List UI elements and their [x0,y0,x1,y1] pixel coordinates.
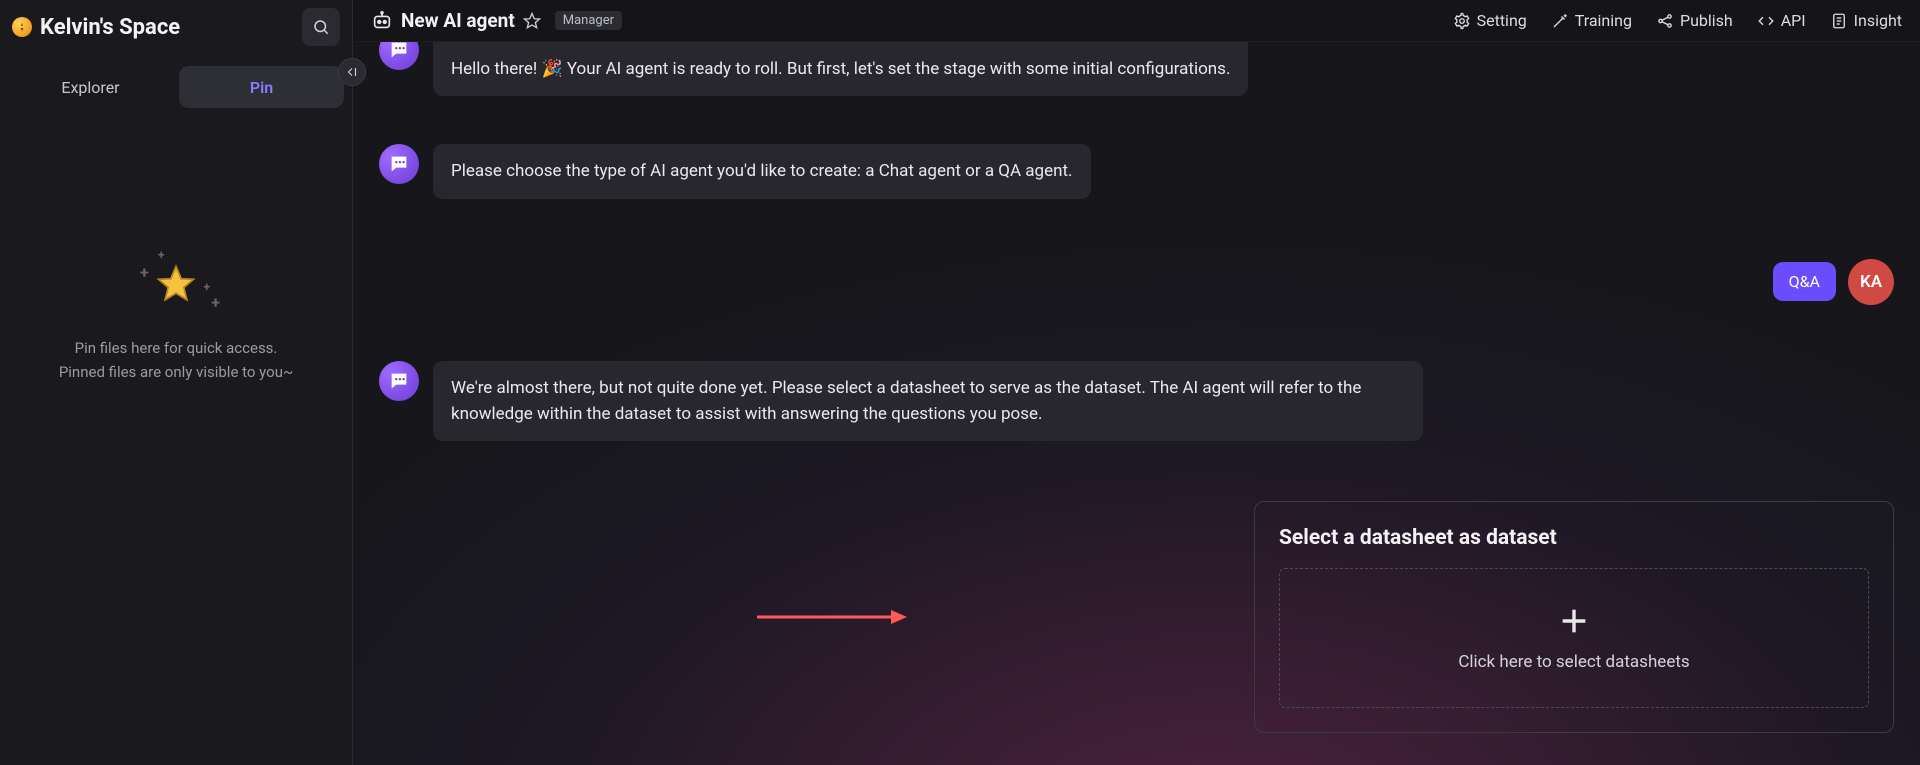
dataset-panel-wrap: Select a datasheet as dataset Click here… [379,501,1894,733]
chat-icon [388,153,410,175]
gear-icon [1453,12,1471,30]
app-root: Kelvin's Space Explorer Pin + + + + Pin … [0,0,1920,765]
page-title: New AI agent [401,9,515,32]
workspace-switcher[interactable]: Kelvin's Space [12,15,180,40]
sidebar-header: Kelvin's Space [0,0,352,54]
title-group: New AI agent Manager [371,9,622,32]
workspace-logo-icon [12,17,32,37]
annotation-arrow-icon [757,605,907,629]
message-text: We're almost there, but not quite done y… [433,361,1423,442]
message-text: Please choose the type of AI agent you'd… [433,144,1091,198]
nav-insight-label: Insight [1854,11,1902,30]
sidebar-empty-state: + + + + Pin files here for quick access.… [0,114,352,765]
message-text: Hello there! 🎉 Your AI agent is ready to… [433,42,1248,96]
star-icon [155,263,197,305]
code-icon [1757,12,1775,30]
select-dataset-panel: Select a datasheet as dataset Click here… [1254,501,1894,733]
pin-empty-illustration: + + + + [136,254,216,314]
tab-explorer[interactable]: Explorer [8,66,173,108]
nav-publish[interactable]: Publish [1656,11,1733,30]
sidebar-tabs: Explorer Pin [4,60,348,114]
panel-title: Select a datasheet as dataset [1279,526,1869,550]
sidebar: Kelvin's Space Explorer Pin + + + + Pin … [0,0,353,765]
chat-icon [388,42,410,61]
nav-api[interactable]: API [1757,11,1806,30]
pin-empty-line2: Pinned files are only visible to you~ [59,360,293,384]
user-avatar: KA [1848,259,1894,305]
star-outline-icon[interactable] [523,12,541,30]
role-badge: Manager [555,11,622,30]
nav-setting-label: Setting [1477,11,1527,30]
bot-avatar [379,144,419,184]
message-user-1: Q&A KA [379,259,1894,305]
bot-avatar [379,42,419,70]
nav-publish-label: Publish [1680,11,1733,30]
select-datasheet-dropzone[interactable]: Click here to select datasheets [1279,568,1869,708]
dropzone-label: Click here to select datasheets [1458,652,1689,672]
conversation: Hello there! 🎉 Your AI agent is ready to… [353,42,1920,765]
robot-icon [371,10,393,32]
nav-api-label: API [1781,11,1806,30]
tab-pin[interactable]: Pin [179,66,344,108]
plus-icon [1557,604,1591,638]
collapse-sidebar-button[interactable] [338,58,366,86]
chat-icon [388,370,410,392]
user-reply-chip: Q&A [1773,262,1836,301]
search-icon [312,18,330,36]
topbar: New AI agent Manager Setting Training Pu… [353,0,1920,42]
share-icon [1656,12,1674,30]
main: New AI agent Manager Setting Training Pu… [353,0,1920,765]
pin-empty-line1: Pin files here for quick access. [75,336,278,360]
wand-icon [1551,12,1569,30]
message-bot-3: We're almost there, but not quite done y… [379,361,1894,442]
nav-training[interactable]: Training [1551,11,1632,30]
workspace-name: Kelvin's Space [40,15,180,40]
nav-insight[interactable]: Insight [1830,11,1902,30]
message-bot-1: Hello there! 🎉 Your AI agent is ready to… [379,42,1894,96]
document-icon [1830,12,1848,30]
topbar-actions: Setting Training Publish API Insight [1453,11,1902,30]
bot-avatar [379,361,419,401]
nav-training-label: Training [1575,11,1632,30]
search-button[interactable] [302,8,340,46]
nav-setting[interactable]: Setting [1453,11,1527,30]
message-bot-2: Please choose the type of AI agent you'd… [379,144,1894,198]
chevron-left-lines-icon [345,65,359,79]
